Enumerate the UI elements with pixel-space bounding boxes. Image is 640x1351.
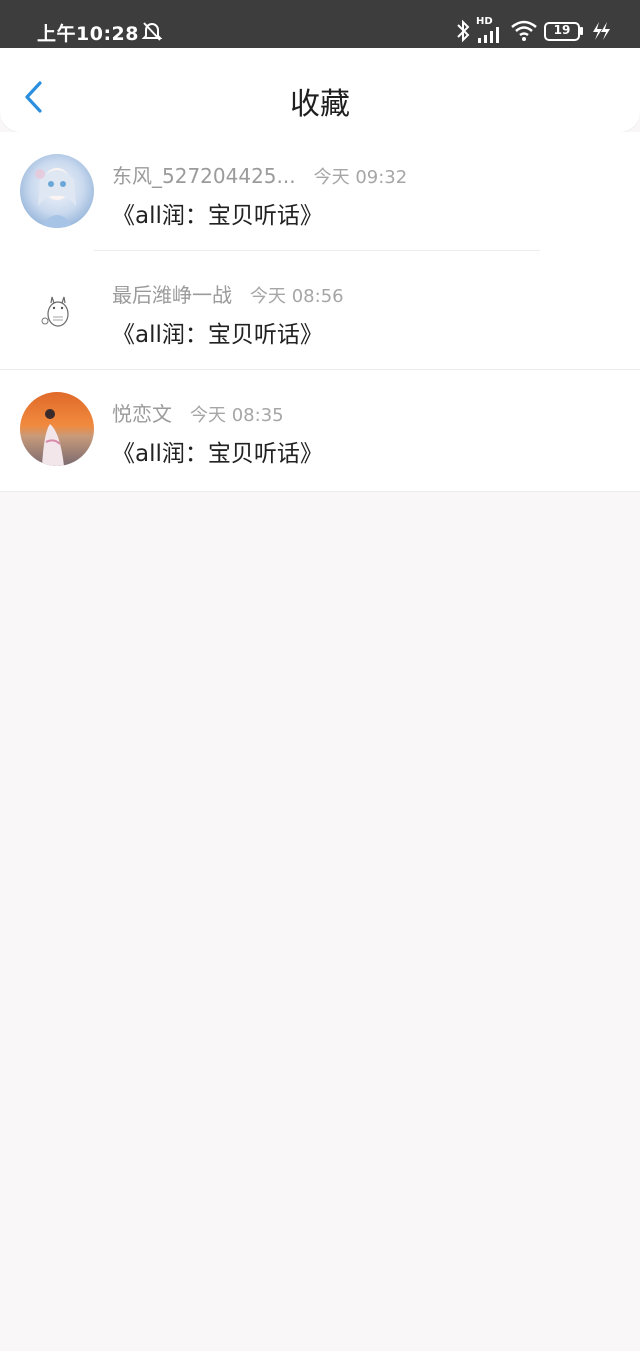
avatar: [20, 273, 94, 347]
item-time: 今天 08:56: [250, 286, 344, 307]
list-item[interactable]: 东风_527204425... 今天 09:32 《all润：宝贝听话》: [0, 132, 640, 251]
item-time: 今天 08:35: [190, 405, 284, 426]
avatar: [20, 154, 94, 228]
battery-level: 19: [553, 23, 571, 37]
author-name: 东风_527204425...: [112, 164, 296, 188]
status-time: 上午10:28: [37, 23, 139, 45]
item-meta: 东风_527204425... 今天 09:32: [112, 160, 408, 188]
bluetooth-icon: [457, 19, 470, 43]
charging-icon: [593, 22, 610, 40]
page-title: 收藏: [290, 87, 350, 122]
item-meta: 最后潍峥一战 今天 08:56: [112, 279, 344, 307]
book-title: 《all润：宝贝听话》: [112, 203, 323, 229]
status-bar: 上午10:28 HD 19: [0, 0, 640, 48]
mute-bell-icon: [141, 22, 163, 41]
header-bar: 收藏: [0, 48, 640, 132]
author-name: 最后潍峥一战: [112, 283, 232, 307]
status-icons: HD 19: [456, 16, 616, 44]
item-meta: 悦恋文 今天 08:35: [112, 398, 284, 426]
favorites-list: 东风_527204425... 今天 09:32 《all润：宝贝听话》 最后潍峥…: [0, 132, 640, 492]
hd-signal-icon: HD: [476, 16, 504, 44]
avatar: [20, 392, 94, 466]
book-title: 《all润：宝贝听话》: [112, 441, 323, 467]
author-name: 悦恋文: [112, 402, 172, 426]
battery-icon: 19: [544, 22, 583, 41]
item-time: 今天 09:32: [313, 167, 408, 188]
wifi-icon: [511, 20, 537, 41]
book-title: 《all润：宝贝听话》: [112, 322, 323, 348]
divider: [0, 491, 640, 492]
list-item[interactable]: 最后潍峥一战 今天 08:56 《all润：宝贝听话》: [0, 251, 640, 370]
list-item[interactable]: 悦恋文 今天 08:35 《all润：宝贝听话》: [0, 370, 640, 492]
